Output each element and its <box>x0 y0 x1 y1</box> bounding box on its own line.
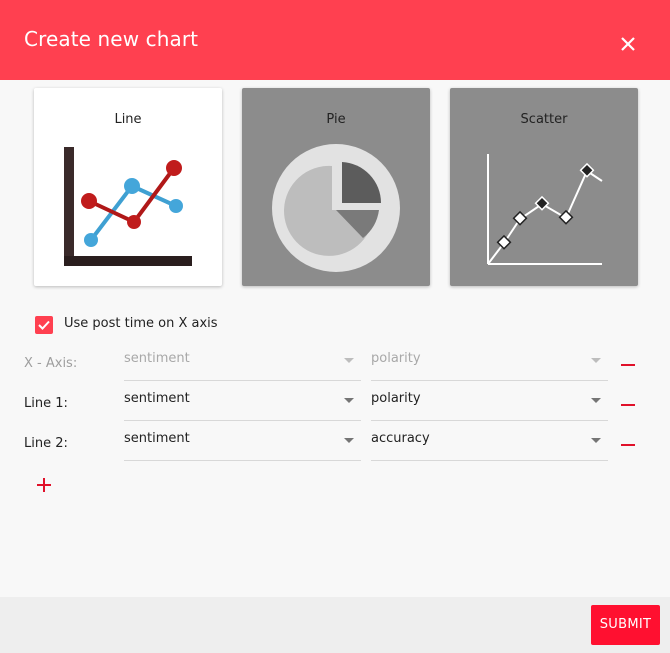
chevron-down-icon <box>344 398 354 403</box>
plus-icon <box>43 478 45 492</box>
chart-type-scatter-card[interactable]: Scatter <box>450 88 638 286</box>
line-1-field-select[interactable]: sentiment <box>124 382 361 421</box>
dialog-header: Create new chart <box>0 0 670 80</box>
submit-button[interactable]: SUBMIT <box>591 605 660 645</box>
select-value: polarity <box>371 351 421 366</box>
close-button[interactable] <box>612 28 644 60</box>
dialog-footer <box>0 597 670 653</box>
pie-chart-icon <box>272 144 400 272</box>
select-value: sentiment <box>124 431 190 446</box>
chart-type-line-card[interactable]: Line <box>34 88 222 286</box>
chart-type-pie-card[interactable]: Pie <box>242 88 430 286</box>
chevron-down-icon <box>591 358 601 363</box>
x-axis-metric-select: polarity <box>371 342 608 381</box>
remove-x-axis-button[interactable] <box>620 357 636 373</box>
line-chart-icon <box>64 147 192 266</box>
dialog-title: Create new chart <box>24 27 199 51</box>
line-2-metric-select[interactable]: accuracy <box>371 422 608 461</box>
check-icon <box>38 320 50 330</box>
create-chart-dialog: Create new chart Line Pie Scatter Use po… <box>0 0 670 653</box>
chevron-down-icon <box>344 358 354 363</box>
chevron-down-icon <box>344 438 354 443</box>
remove-line-1-button[interactable] <box>620 397 636 413</box>
line-1-metric-select[interactable]: polarity <box>371 382 608 421</box>
select-value: accuracy <box>371 431 430 446</box>
x-axis-field-select: sentiment <box>124 342 361 381</box>
select-value: polarity <box>371 391 421 406</box>
add-line-button[interactable] <box>36 477 52 493</box>
select-value: sentiment <box>124 391 190 406</box>
line-2-field-select[interactable]: sentiment <box>124 422 361 461</box>
x-axis-label: X - Axis: <box>24 356 78 371</box>
scatter-chart-icon <box>487 154 603 265</box>
remove-line-2-button[interactable] <box>620 437 636 453</box>
line-1-label: Line 1: <box>24 396 68 411</box>
use-post-time-label: Use post time on X axis <box>64 316 218 331</box>
chevron-down-icon <box>591 398 601 403</box>
chevron-down-icon <box>591 438 601 443</box>
use-post-time-checkbox[interactable] <box>35 316 53 334</box>
select-value: sentiment <box>124 351 190 366</box>
line-2-label: Line 2: <box>24 436 68 451</box>
close-icon <box>621 37 635 51</box>
